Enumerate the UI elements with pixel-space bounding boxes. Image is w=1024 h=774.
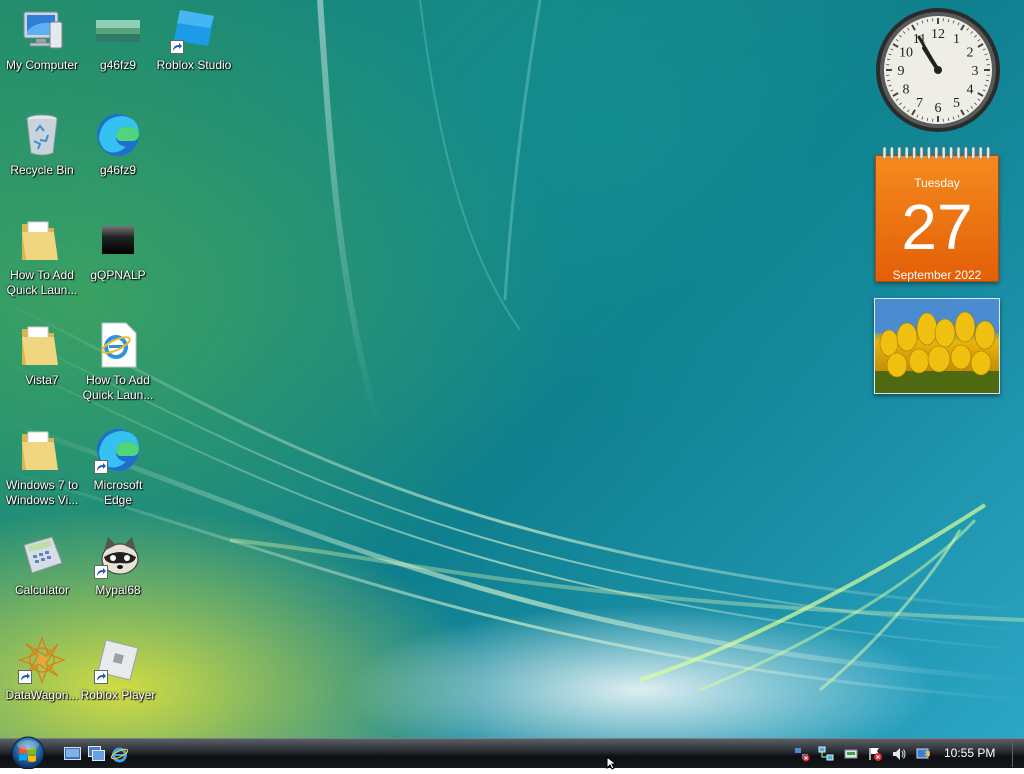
clock-numeral: 8 xyxy=(902,83,909,98)
clock-numeral: 3 xyxy=(972,64,979,79)
action-center-error-icon[interactable] xyxy=(867,746,883,762)
desktop-icon-label: Windows 7 to Windows Vi... xyxy=(0,478,84,508)
clock-numeral: 9 xyxy=(898,64,905,79)
raccoon-icon xyxy=(94,531,142,579)
taskbar: 10:55 PM xyxy=(0,738,1024,768)
calendar-day-number: 27 xyxy=(876,192,998,262)
show-desktop-icon[interactable] xyxy=(64,746,81,761)
desktop-icon[interactable]: How To Add Quick Laun... xyxy=(76,315,160,415)
folder-icon xyxy=(18,321,66,369)
desktop-icon-label: gQPNALP xyxy=(76,268,160,283)
edge-icon xyxy=(94,111,142,159)
desktop-icon[interactable]: Vista7 xyxy=(0,315,84,415)
computer-icon xyxy=(18,6,66,54)
tulips-photo xyxy=(875,299,1000,394)
roblox-studio-icon xyxy=(170,6,218,54)
show-desktop-button[interactable] xyxy=(1012,741,1023,767)
shortcut-arrow-icon xyxy=(94,460,108,474)
desktop-icon[interactable]: How To Add Quick Laun... xyxy=(0,210,84,310)
desktop-icon-label: Vista7 xyxy=(0,373,84,388)
calendar-page: Tuesday 27 September 2022 xyxy=(875,155,999,282)
slideshow-gadget[interactable] xyxy=(874,298,1000,394)
clock-numeral: 7 xyxy=(916,96,923,111)
desktop-icon-label: How To Add Quick Laun... xyxy=(0,268,84,298)
clock-gadget[interactable]: 121234567891011 xyxy=(874,6,1002,134)
desktop-icon-label: My Computer xyxy=(0,58,84,73)
image-thumbnail-icon xyxy=(94,6,142,54)
windows-orb-icon xyxy=(6,733,50,769)
desktop-icon-label: Calculator xyxy=(0,583,84,598)
clock-numeral: 5 xyxy=(953,96,960,111)
shortcut-arrow-icon xyxy=(170,40,184,54)
desktop-icon[interactable]: g46fz9 xyxy=(76,105,160,205)
internet-explorer-icon[interactable] xyxy=(111,746,128,761)
desktop-icon-label: Microsoft Edge xyxy=(76,478,160,508)
calendar-rings xyxy=(881,145,993,161)
datawagon-icon xyxy=(18,636,66,684)
desktop-icon[interactable]: Calculator xyxy=(0,525,84,625)
desktop-icon[interactable]: Microsoft Edge xyxy=(76,420,160,520)
shortcut-arrow-icon xyxy=(94,565,108,579)
folder-icon xyxy=(18,426,66,474)
ie-document-icon xyxy=(94,321,142,369)
clock-numeral: 2 xyxy=(967,46,974,61)
desktop-icon[interactable]: My Computer xyxy=(0,0,84,100)
edge-icon xyxy=(94,426,142,474)
taskbar-clock[interactable]: 10:55 PM xyxy=(944,746,995,760)
desktop-icon[interactable]: g46fz9 xyxy=(76,0,160,100)
clock-numeral: 1 xyxy=(953,32,960,47)
roblox-player-icon xyxy=(94,636,142,684)
desktop-icon[interactable]: gQPNALP xyxy=(76,210,160,310)
desktop-icon[interactable]: DataWagon... xyxy=(0,630,84,730)
desktop-icon[interactable]: Roblox Player xyxy=(76,630,160,730)
shortcut-arrow-icon xyxy=(94,670,108,684)
desktop-icon-label: g46fz9 xyxy=(76,163,160,178)
shortcut-arrow-icon xyxy=(18,670,32,684)
folder-icon xyxy=(18,216,66,264)
calendar-gadget[interactable]: Tuesday 27 September 2022 xyxy=(875,145,999,282)
recycle-bin-icon xyxy=(18,111,66,159)
clock-numeral: 4 xyxy=(967,83,974,98)
calendar-month-year: September 2022 xyxy=(876,268,998,282)
desktop-icon[interactable]: Recycle Bin xyxy=(0,105,84,205)
desktop-icon-label: Roblox Player xyxy=(76,688,160,703)
volume-icon[interactable] xyxy=(891,746,907,762)
desktop-icon[interactable]: Roblox Studio xyxy=(152,0,236,100)
desktop-icon-label: Mypal68 xyxy=(76,583,160,598)
desktop-icon-label: g46fz9 xyxy=(76,58,160,73)
network-icon[interactable] xyxy=(818,746,834,762)
desktop-icon[interactable]: Mypal68 xyxy=(76,525,160,625)
clock-numeral: 12 xyxy=(931,27,945,42)
desktop[interactable]: My Computerg46fz9Roblox StudioRecycle Bi… xyxy=(0,0,1024,738)
windows-update-icon[interactable] xyxy=(915,746,931,762)
black-thumbnail-icon xyxy=(94,216,142,264)
clock-numeral: 10 xyxy=(899,46,913,61)
clock-numeral: 6 xyxy=(935,101,942,116)
network-error-icon[interactable] xyxy=(794,746,810,762)
desktop-icon-label: Recycle Bin xyxy=(0,163,84,178)
start-button[interactable] xyxy=(6,733,50,769)
desktop-icon[interactable]: Windows 7 to Windows Vi... xyxy=(0,420,84,520)
desktop-icon-label: DataWagon... xyxy=(0,688,84,703)
calendar-weekday: Tuesday xyxy=(876,176,998,190)
desktop-icon-label: How To Add Quick Laun... xyxy=(76,373,160,403)
desktop-icon-label: Roblox Studio xyxy=(152,58,236,73)
safely-remove-hardware-icon[interactable] xyxy=(843,746,859,762)
calculator-icon xyxy=(18,531,66,579)
switch-windows-icon[interactable] xyxy=(88,746,105,761)
